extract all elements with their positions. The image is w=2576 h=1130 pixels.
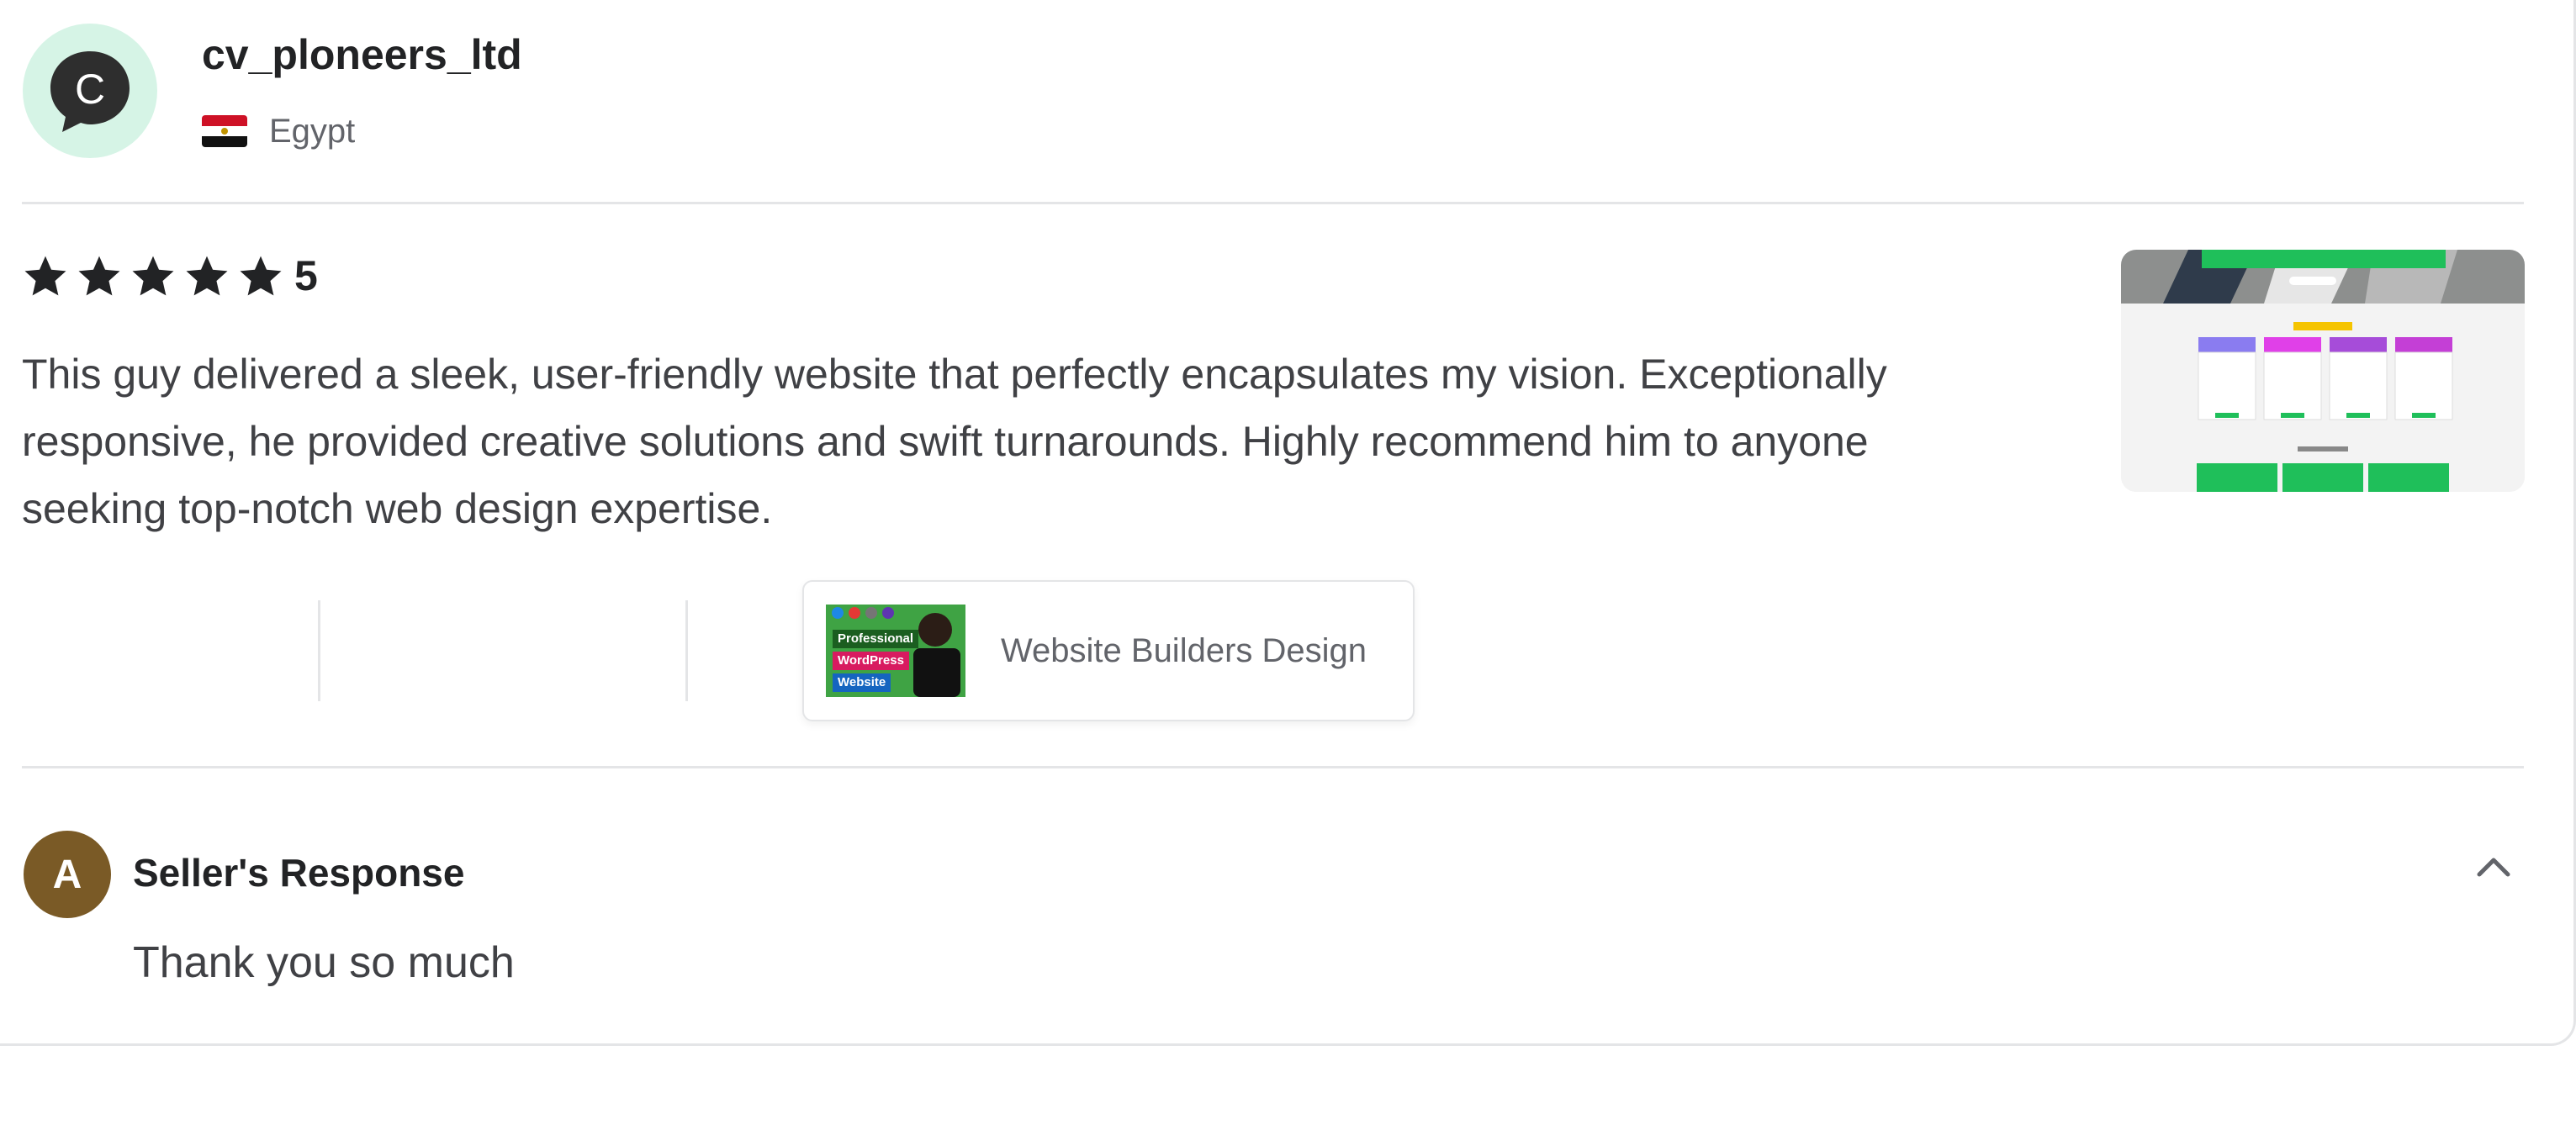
seller-avatar-letter: A xyxy=(52,852,82,897)
egypt-flag-icon xyxy=(202,115,247,147)
avatar-letter: C xyxy=(75,66,105,113)
meta-separator xyxy=(318,600,320,701)
star-icon xyxy=(24,256,66,296)
review-text: This guy delivered a sleek, user-friendl… xyxy=(22,351,1887,532)
meta-separator xyxy=(685,600,688,701)
country-name: Egypt xyxy=(269,112,356,150)
gig-thumb-line: WordPress xyxy=(833,652,909,670)
gig-link-card[interactable]: Professional WordPress Website Website B… xyxy=(802,580,1415,721)
reviewer-country: Egypt xyxy=(202,108,355,155)
header-divider xyxy=(22,202,2524,204)
gig-thumb-line: Professional xyxy=(833,630,919,648)
gig-thumb-line: Website xyxy=(833,673,891,692)
rating-row: 5 xyxy=(22,249,318,303)
website-preview-image xyxy=(2121,250,2525,492)
review-image-thumbnail[interactable] xyxy=(2121,250,2525,492)
gig-title: Website Builders Design xyxy=(1001,631,1367,669)
seller-avatar: A xyxy=(24,831,111,918)
star-icon xyxy=(132,256,174,296)
rating-value: 5 xyxy=(294,252,318,299)
seller-response-title: Seller's Response xyxy=(133,851,465,895)
chevron-up-icon[interactable] xyxy=(2473,846,2515,888)
gig-thumbnail: Professional WordPress Website xyxy=(826,605,965,697)
seller-response-text: Thank you so much xyxy=(133,938,515,987)
star-icon xyxy=(78,256,120,296)
star-icon xyxy=(240,256,282,296)
response-divider xyxy=(22,766,2524,768)
star-icon xyxy=(186,256,228,296)
reviewer-name[interactable]: cv_ploneers_ltd xyxy=(202,30,522,79)
reviewer-avatar[interactable]: C xyxy=(23,24,157,158)
chat-bubble-icon: C xyxy=(50,51,130,132)
review-card: C cv_ploneers_ltd Egypt 5 This guy deliv… xyxy=(0,0,2576,1046)
